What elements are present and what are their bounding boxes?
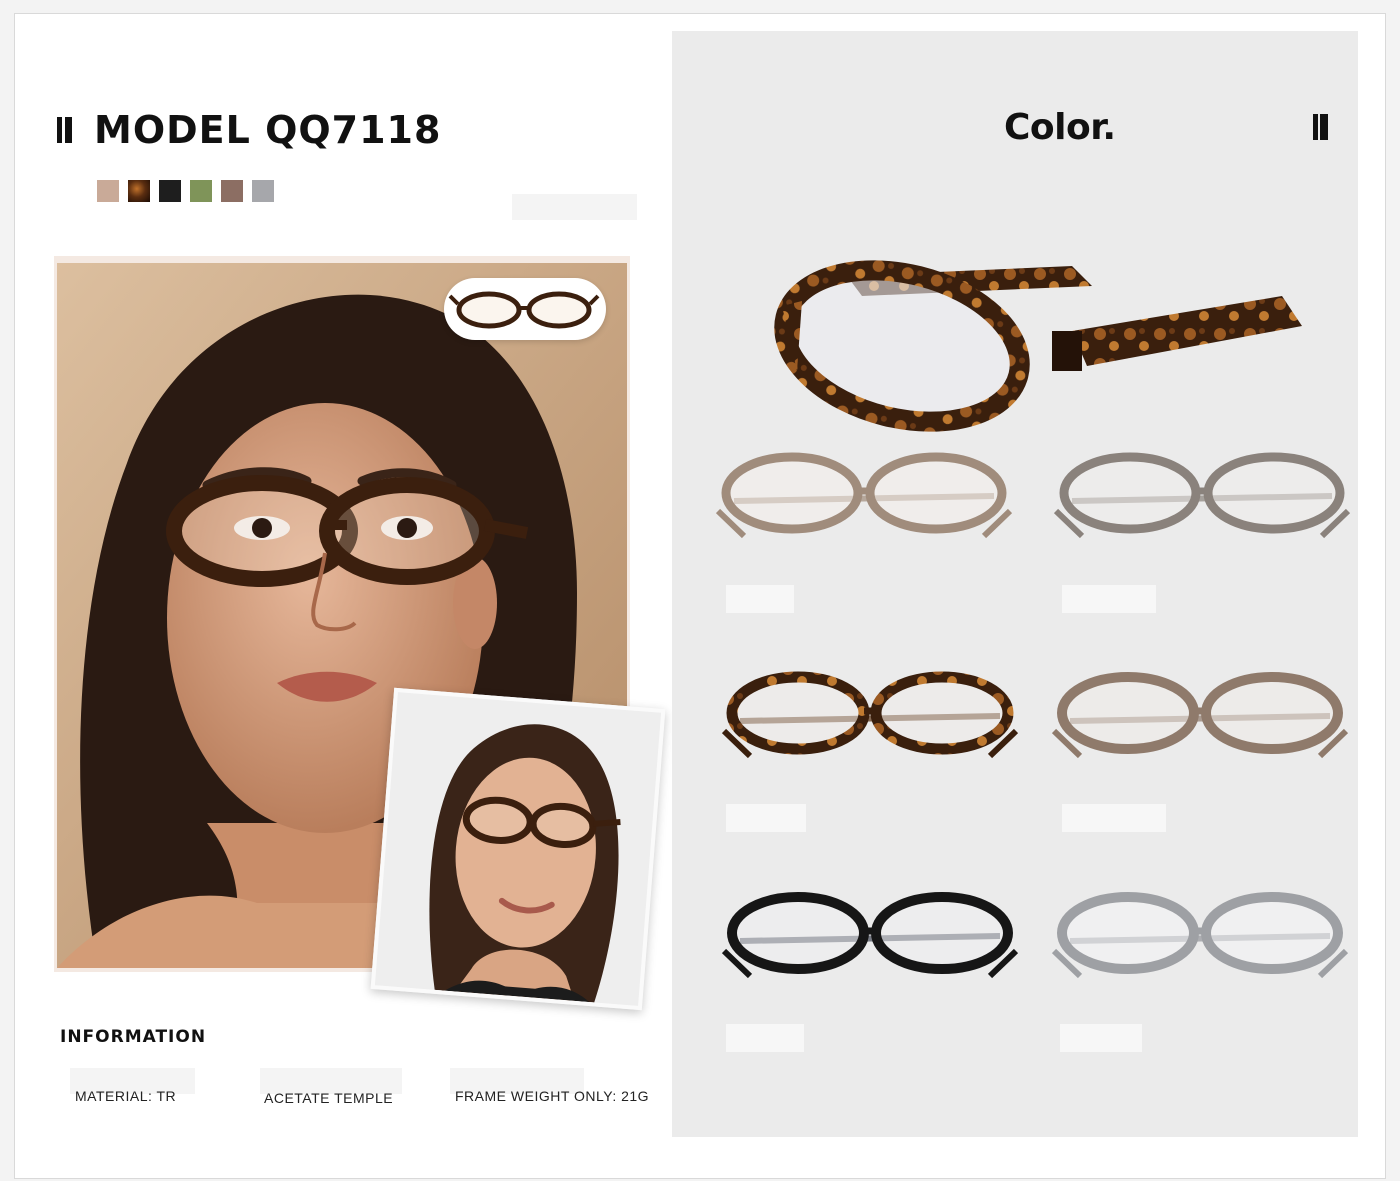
information-title: INFORMATION: [60, 1027, 207, 1047]
swatch-brown[interactable]: [221, 180, 243, 202]
variant-label-4: [1062, 804, 1166, 832]
swatch-beige[interactable]: [97, 180, 119, 202]
swatch-black[interactable]: [159, 180, 181, 202]
spec-material: MATERIAL: TR: [75, 1088, 177, 1104]
hero-glasses-tortoise[interactable]: [762, 236, 1312, 436]
swatch-olive[interactable]: [190, 180, 212, 202]
color-panel: Color.: [672, 31, 1358, 1137]
variant-label-2: [1062, 585, 1156, 613]
swatch-tortoise[interactable]: [128, 180, 150, 202]
variant-tortoise[interactable]: [720, 661, 1020, 771]
spec-weight: FRAME WEIGHT ONLY: 21G: [455, 1088, 650, 1104]
variant-clear-brown[interactable]: [714, 441, 1014, 551]
variant-grey-brown[interactable]: [1052, 441, 1352, 551]
model-title: MODEL QQ7118: [94, 108, 442, 152]
model-title-row: MODEL QQ7118: [57, 108, 441, 152]
variant-label-3: [726, 804, 806, 832]
double-bar-icon: [1313, 114, 1328, 140]
double-bar-icon: [57, 117, 72, 143]
swatch-grey[interactable]: [252, 180, 274, 202]
variant-label-1: [726, 585, 794, 613]
variant-tan-brown[interactable]: [1050, 661, 1350, 771]
blank-tag: [512, 194, 637, 220]
variant-label-5: [726, 1024, 804, 1052]
color-swatches: [97, 180, 274, 202]
secondary-model-photo: [370, 687, 666, 1011]
spec-temple: ACETATE TEMPLE: [264, 1090, 394, 1106]
variant-black[interactable]: [720, 881, 1020, 991]
glasses-sticker: [444, 278, 606, 340]
variant-label-6: [1060, 1024, 1142, 1052]
color-title: Color.: [1004, 107, 1116, 148]
variant-clear-grey[interactable]: [1050, 881, 1350, 991]
